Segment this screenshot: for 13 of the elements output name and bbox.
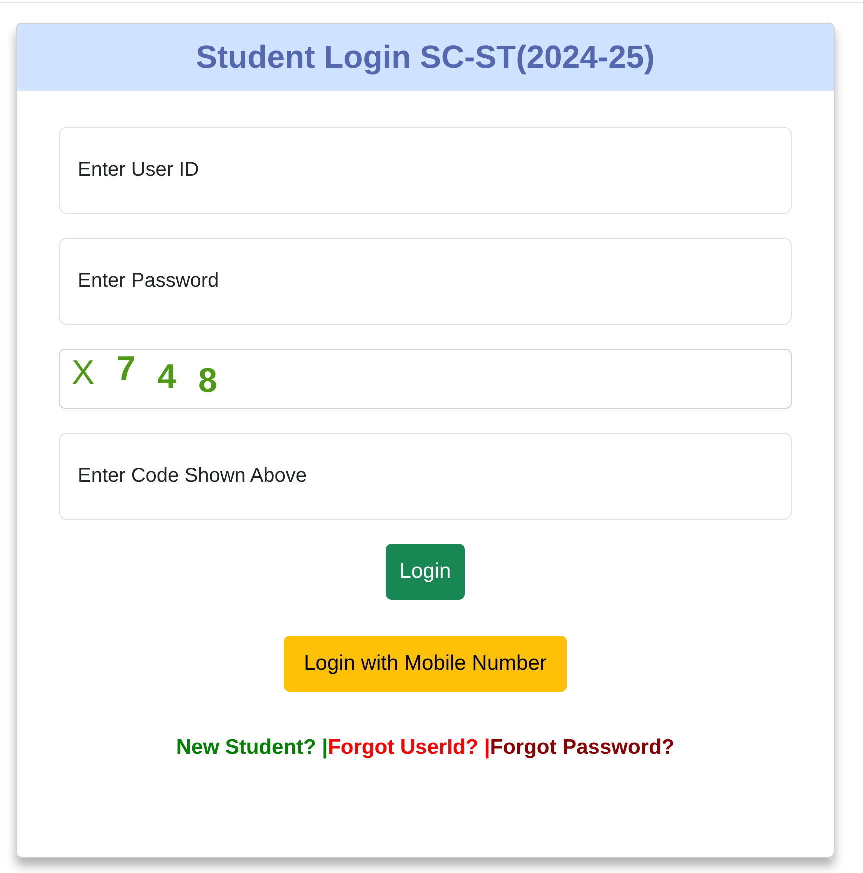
link[interactable]: Forgot UserId? |	[328, 736, 490, 760]
mobile-login-button[interactable]: Login with Mobile Number	[284, 636, 567, 692]
captcha-character: 8	[198, 364, 218, 398]
captcha-character: X	[72, 356, 95, 390]
captcha-character: 7	[116, 352, 136, 386]
login-button[interactable]: Login	[386, 544, 466, 600]
login-title: Student Login SC-ST(2024-25)	[196, 39, 655, 76]
input-field[interactable]: Enter User ID	[59, 127, 792, 214]
link[interactable]: New Student? |	[176, 736, 328, 760]
input-field[interactable]: Enter Password	[59, 238, 792, 325]
link[interactable]: Forgot Password?	[490, 736, 675, 760]
input-field[interactable]: Enter Code Shown Above	[59, 433, 792, 520]
captcha-character: 4	[158, 360, 177, 394]
